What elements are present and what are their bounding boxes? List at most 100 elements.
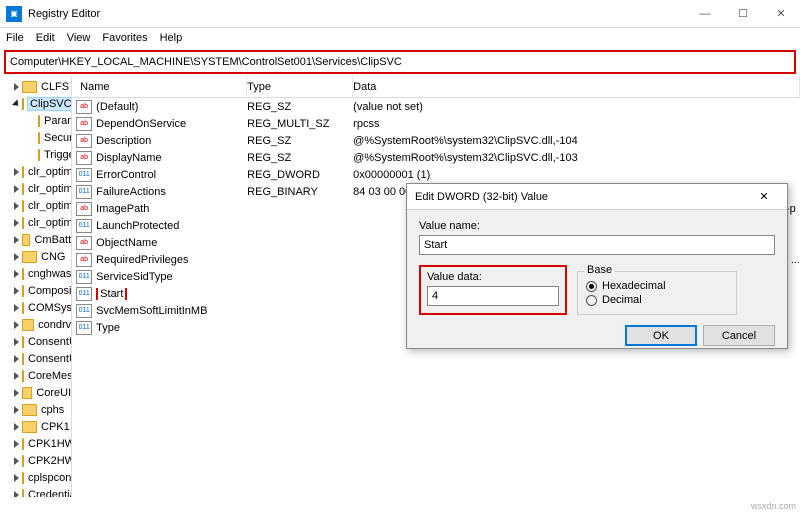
address-input[interactable]	[10, 56, 790, 68]
tree-item[interactable]: condrv	[0, 316, 71, 333]
expand-icon[interactable]	[14, 355, 19, 363]
tree-item[interactable]: CoreMessagingRegistrar	[0, 367, 71, 384]
folder-icon	[22, 353, 24, 365]
tree-item[interactable]: clr_optimization_v2.0.50727_64	[0, 180, 71, 197]
tree-item[interactable]: COMSysApp	[0, 299, 71, 316]
expand-icon[interactable]	[14, 304, 19, 312]
tree-item[interactable]: ConsentUxUserSvc_74d17	[0, 350, 71, 367]
radio-hex[interactable]: Hexadecimal	[586, 280, 728, 292]
tree-label: Security	[44, 132, 72, 144]
value-row[interactable]: abDisplayNameREG_SZ@%SystemRoot%\system3…	[72, 149, 800, 166]
minimize-button[interactable]: —	[686, 0, 724, 28]
menu-edit[interactable]: Edit	[36, 32, 55, 44]
tree-label: ClipSVC	[28, 98, 72, 110]
maximize-button[interactable]: ☐	[724, 0, 762, 28]
folder-icon	[22, 81, 37, 93]
expand-icon[interactable]	[14, 321, 19, 329]
expand-icon[interactable]	[14, 423, 19, 431]
expand-icon[interactable]	[14, 253, 19, 261]
expand-icon[interactable]	[14, 457, 19, 465]
value-name: FailureActions	[96, 186, 247, 198]
tree-item[interactable]: CredentialEnrollmentManagerUserSvc	[0, 486, 71, 497]
valuename-label: Value name:	[419, 220, 775, 232]
expand-icon[interactable]	[14, 372, 19, 380]
value-data: rpcss	[353, 118, 800, 130]
expand-icon[interactable]	[12, 99, 21, 108]
tree-item[interactable]: ClipSVC	[0, 95, 71, 112]
tree-item[interactable]: clr_optimization_v2.0.50727_32	[0, 163, 71, 180]
expand-icon[interactable]	[14, 406, 19, 414]
cancel-button[interactable]: Cancel	[703, 325, 775, 346]
app-icon: ▣	[6, 6, 22, 22]
tree-label: ConsentUxUserSvc_74d17	[28, 353, 72, 365]
value-row[interactable]: ab(Default)REG_SZ(value not set)	[72, 98, 800, 115]
tree-item[interactable]: CLFS	[0, 78, 71, 95]
expand-icon[interactable]	[14, 185, 19, 193]
binary-icon: 011	[76, 304, 92, 318]
folder-icon	[38, 132, 40, 144]
tree-item[interactable]: TriggerInfo	[0, 146, 71, 163]
menu-view[interactable]: View	[67, 32, 91, 44]
tree-item[interactable]: cnghwassist	[0, 265, 71, 282]
radio-dec[interactable]: Decimal	[586, 294, 728, 306]
menubar: File Edit View Favorites Help	[0, 28, 800, 48]
close-button[interactable]: ✕	[762, 0, 800, 28]
tree-label: CoreUI	[36, 387, 71, 399]
tree-item[interactable]: ConsentUxUserSvc	[0, 333, 71, 350]
value-row[interactable]: abDescriptionREG_SZ@%SystemRoot%\system3…	[72, 132, 800, 149]
value-row[interactable]: 011ErrorControlREG_DWORD0x00000001 (1)	[72, 166, 800, 183]
expand-icon[interactable]	[14, 83, 19, 91]
expand-icon[interactable]	[14, 270, 19, 278]
value-name: ServiceSidType	[96, 271, 247, 283]
tree-pane[interactable]: CLFS ClipSVC Parameters Security TriggerInfo…	[0, 76, 72, 497]
dialog-close-button[interactable]: ✕	[749, 190, 779, 203]
expand-icon[interactable]	[14, 219, 19, 227]
expand-icon[interactable]	[14, 440, 19, 448]
valuename-input[interactable]	[419, 235, 775, 255]
tree-item[interactable]: CPK1HWU	[0, 435, 71, 452]
value-name: SvcMemSoftLimitInMB	[96, 305, 247, 317]
expand-icon[interactable]	[14, 168, 19, 176]
tree-item[interactable]: CPK2HWU	[0, 452, 71, 469]
folder-icon	[22, 200, 24, 212]
tree-item[interactable]: CoreUI	[0, 384, 71, 401]
string-icon: ab	[76, 134, 92, 148]
column-type[interactable]: Type	[247, 76, 353, 97]
menu-favorites[interactable]: Favorites	[102, 32, 147, 44]
value-row[interactable]: abDependOnServiceREG_MULTI_SZrpcss	[72, 115, 800, 132]
tree-item[interactable]: Security	[0, 129, 71, 146]
dialog-title: Edit DWORD (32-bit) Value	[415, 191, 749, 203]
string-icon: ab	[76, 202, 92, 216]
tree-item[interactable]: CNG	[0, 248, 71, 265]
tree-item[interactable]: cphs	[0, 401, 71, 418]
tree-item[interactable]: CPK1	[0, 418, 71, 435]
value-type: REG_DWORD	[247, 169, 353, 181]
valuedata-input[interactable]	[427, 286, 559, 306]
column-name[interactable]: Name	[72, 76, 247, 97]
expand-icon[interactable]	[14, 389, 19, 397]
folder-icon	[22, 183, 24, 195]
expand-icon[interactable]	[14, 491, 19, 498]
value-name: Type	[96, 322, 247, 334]
expand-icon[interactable]	[14, 338, 19, 346]
binary-icon: 011	[76, 219, 92, 233]
menu-file[interactable]: File	[6, 32, 24, 44]
expand-icon[interactable]	[14, 287, 19, 295]
tree-item[interactable]: CmBatt	[0, 231, 71, 248]
expand-icon[interactable]	[14, 236, 19, 244]
tree-label: CPK1	[41, 421, 70, 433]
tree-label: TriggerInfo	[44, 149, 72, 161]
column-data[interactable]: Data	[353, 76, 800, 97]
menu-help[interactable]: Help	[160, 32, 183, 44]
expand-icon[interactable]	[14, 202, 19, 210]
folder-icon	[22, 217, 24, 229]
tree-item[interactable]: cplspcon	[0, 469, 71, 486]
tree-label: COMSysApp	[28, 302, 72, 314]
tree-item[interactable]: clr_optimization_v4.0.30319_64	[0, 214, 71, 231]
tree-item[interactable]: clr_optimization_v4.0.30319_32	[0, 197, 71, 214]
folder-icon	[22, 336, 24, 348]
tree-item[interactable]: CompositeBus	[0, 282, 71, 299]
ok-button[interactable]: OK	[625, 325, 697, 346]
tree-item[interactable]: Parameters	[0, 112, 71, 129]
expand-icon[interactable]	[14, 474, 19, 482]
